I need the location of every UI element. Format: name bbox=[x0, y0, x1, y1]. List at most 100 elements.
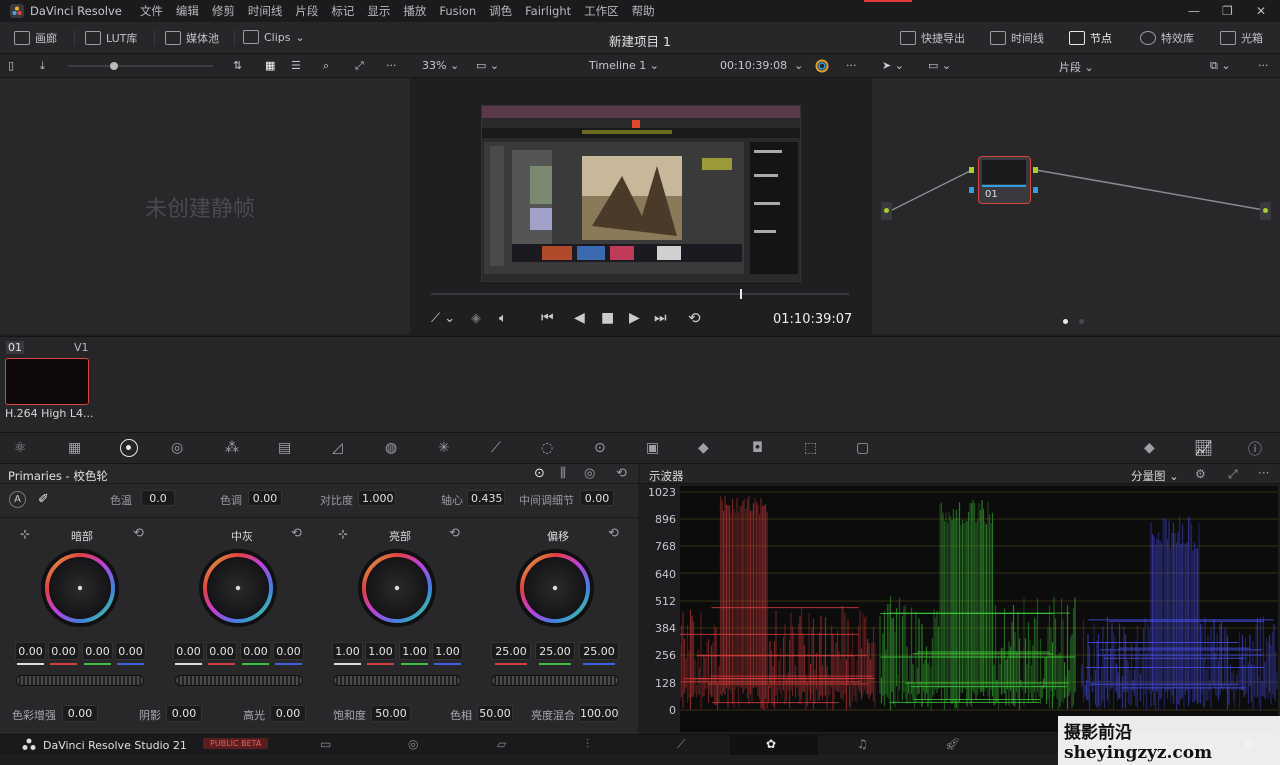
gamma-g[interactable]: 0.00 bbox=[240, 642, 271, 660]
lift-b[interactable]: 0.00 bbox=[115, 642, 146, 660]
layers-icon[interactable]: ◈ bbox=[471, 311, 481, 326]
page-dot-active[interactable] bbox=[1063, 319, 1068, 324]
color-wheel-icon[interactable] bbox=[815, 59, 829, 73]
source-input-node[interactable] bbox=[881, 202, 892, 220]
clip-thumbnail[interactable] bbox=[5, 358, 89, 405]
menu-trim[interactable]: 修剪 bbox=[212, 3, 235, 19]
menu-clip[interactable]: 片段 bbox=[295, 3, 318, 19]
lum-mix-value[interactable]: 100.00 bbox=[579, 705, 619, 722]
pointer-tool-icon[interactable]: ➤ ⌄ bbox=[882, 59, 904, 72]
lift-r[interactable]: 0.00 bbox=[48, 642, 79, 660]
keyframes-icon[interactable]: ◆ bbox=[1144, 440, 1155, 456]
video-frame[interactable] bbox=[481, 105, 801, 282]
highlights-value[interactable]: 0.00 bbox=[270, 705, 306, 722]
node-key-input-port[interactable] bbox=[969, 187, 974, 193]
viewer-mode-icon[interactable]: ▭ ⌄ bbox=[476, 59, 499, 72]
playhead[interactable] bbox=[740, 289, 743, 299]
contrast-value[interactable]: 1.000 bbox=[358, 490, 396, 506]
minimize-icon[interactable]: — bbox=[1188, 4, 1200, 18]
timecode-select[interactable]: 00:10:39:08 ⌄ bbox=[720, 59, 803, 72]
motion-effects-icon[interactable]: ▤ bbox=[278, 440, 291, 456]
temp-value[interactable]: 0.0 bbox=[141, 490, 175, 506]
node-graph-icon[interactable]: ⧉ ⌄ bbox=[1210, 59, 1231, 73]
menu-view[interactable]: 显示 bbox=[367, 3, 390, 19]
gain-b[interactable]: 1.00 bbox=[432, 642, 463, 660]
scopes-icon[interactable]: 📈︎ bbox=[1194, 439, 1213, 457]
corrector-node[interactable]: 01 bbox=[978, 156, 1031, 204]
loop-icon[interactable]: ⟲ bbox=[688, 309, 701, 327]
media-page-icon[interactable]: ▭ bbox=[320, 737, 331, 751]
tracker-icon[interactable]: ⊙ bbox=[594, 440, 606, 456]
blur-icon[interactable]: ◆ bbox=[698, 440, 709, 456]
color-page-tab[interactable]: ✿ bbox=[730, 735, 818, 755]
lift-g[interactable]: 0.00 bbox=[82, 642, 113, 660]
hdr-wheels-icon[interactable]: ◎ bbox=[171, 440, 183, 456]
gain-wheel[interactable] bbox=[357, 548, 437, 628]
lift-master-wheel[interactable] bbox=[16, 675, 144, 686]
gamma-wheel[interactable] bbox=[198, 548, 278, 628]
menu-playback[interactable]: 播放 bbox=[403, 3, 426, 19]
fusion-page-icon[interactable]: ⫶ bbox=[586, 737, 589, 752]
menu-fairlight[interactable]: Fairlight bbox=[525, 4, 571, 18]
node-mode-select[interactable]: 片段 ⌄ bbox=[1059, 59, 1094, 75]
reset-all-icon[interactable]: ⟲ bbox=[616, 466, 627, 481]
stop-icon[interactable]: ■ bbox=[601, 310, 614, 326]
menu-fusion[interactable]: Fusion bbox=[439, 4, 476, 18]
menu-mark[interactable]: 标记 bbox=[331, 3, 354, 19]
output-node[interactable] bbox=[1260, 202, 1271, 220]
deliver-page-icon[interactable]: 🚀︎ bbox=[945, 737, 960, 751]
gamma-y[interactable]: 0.00 bbox=[173, 642, 204, 660]
effects-button[interactable]: 特效库 bbox=[1140, 30, 1194, 46]
qualifier-icon[interactable]: ⟋ bbox=[491, 440, 501, 456]
color-wheels-icon[interactable] bbox=[120, 439, 138, 457]
menu-edit[interactable]: 编辑 bbox=[176, 3, 199, 19]
scope-expand-icon[interactable]: ⤢ bbox=[1228, 467, 1238, 482]
gain-reset-icon[interactable]: ⟲ bbox=[449, 526, 460, 541]
offset-r[interactable]: 25.00 bbox=[491, 642, 531, 660]
slider-handle[interactable] bbox=[110, 62, 118, 70]
cut-page-icon[interactable]: ◎ bbox=[408, 737, 418, 751]
midtone-detail-value[interactable]: 0.00 bbox=[580, 490, 614, 506]
shadows-value[interactable]: 0.00 bbox=[166, 705, 202, 722]
quick-export-button[interactable]: 快捷导出 bbox=[900, 30, 965, 46]
bars-mode-icon[interactable]: ⫼ bbox=[560, 466, 566, 481]
color-mesh-icon[interactable]: ✳ bbox=[438, 440, 450, 456]
more-options-icon[interactable]: ··· bbox=[386, 59, 397, 72]
scope-settings-icon[interactable]: ⚙︎ bbox=[1195, 467, 1206, 481]
gallery-zoom-slider[interactable] bbox=[68, 62, 213, 70]
gamma-r[interactable]: 0.00 bbox=[206, 642, 237, 660]
timeline-button[interactable]: 时间线 bbox=[990, 30, 1044, 46]
lift-wheel[interactable] bbox=[40, 548, 120, 628]
gamma-reset-icon[interactable]: ⟲ bbox=[291, 526, 302, 541]
play-icon[interactable]: ▶︎ bbox=[629, 310, 640, 326]
gain-picker-icon[interactable]: ⊹ bbox=[338, 527, 348, 541]
panel-toggle-icon[interactable]: ▯ bbox=[8, 59, 14, 72]
close-icon[interactable]: ✕ bbox=[1256, 4, 1266, 18]
scope-more-icon[interactable]: ··· bbox=[1258, 466, 1269, 480]
lift-y[interactable]: 0.00 bbox=[15, 642, 46, 660]
edit-page-icon[interactable]: ▱ bbox=[497, 737, 506, 751]
menu-help[interactable]: 帮助 bbox=[632, 3, 655, 19]
hue-value[interactable]: 50.00 bbox=[477, 705, 513, 722]
grid-view-icon[interactable]: ▦ bbox=[265, 59, 275, 72]
menu-file[interactable]: 文件 bbox=[140, 3, 163, 19]
expand-icon[interactable]: ⤢ bbox=[355, 59, 364, 73]
node-key-output-port[interactable] bbox=[1033, 187, 1038, 193]
scope-mode-select[interactable]: 分量图 ⌄ bbox=[1131, 468, 1179, 484]
sizing-icon[interactable]: ⬚ bbox=[804, 440, 817, 456]
menu-timeline[interactable]: 时间线 bbox=[248, 3, 283, 19]
lift-picker-icon[interactable]: ⊹ bbox=[20, 527, 30, 541]
wheels-mode-icon[interactable]: ⊙ bbox=[534, 466, 545, 481]
skip-to-end-icon[interactable]: ⏭︎ bbox=[654, 310, 667, 326]
key-icon[interactable]: ◘ bbox=[752, 440, 763, 456]
log-mode-icon[interactable]: ◎ bbox=[584, 466, 595, 481]
window-icon[interactable]: ◌ bbox=[541, 440, 553, 456]
search-icon[interactable]: ⌕ bbox=[323, 59, 329, 73]
page-dot[interactable] bbox=[1079, 319, 1084, 324]
restore-icon[interactable]: ❐ bbox=[1222, 4, 1233, 18]
list-view-icon[interactable]: ☰ bbox=[291, 59, 301, 72]
node-input-port[interactable] bbox=[969, 167, 974, 173]
color-picker-icon[interactable]: ✐ bbox=[38, 492, 49, 507]
scrub-bar[interactable] bbox=[431, 289, 849, 299]
menu-color[interactable]: 调色 bbox=[489, 3, 512, 19]
